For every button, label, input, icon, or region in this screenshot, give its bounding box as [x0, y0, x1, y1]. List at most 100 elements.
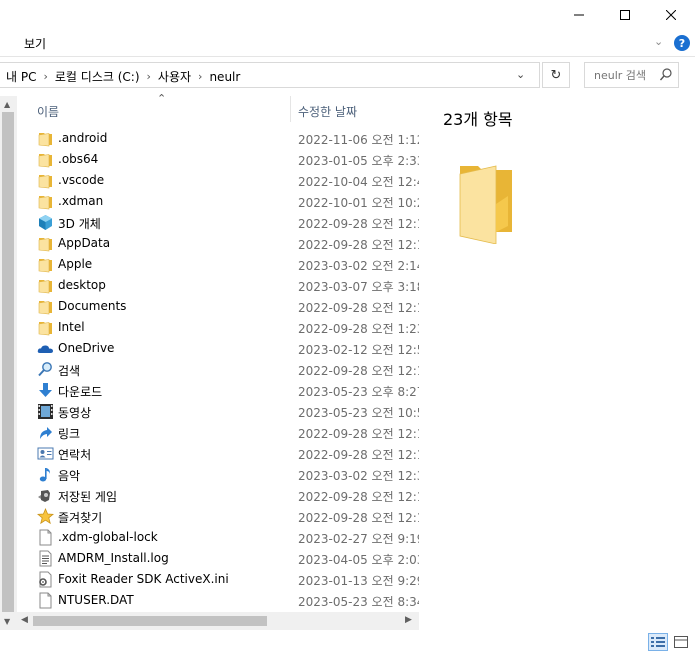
list-item[interactable]: desktop 2023-03-07 오후 3:18: [17, 275, 419, 296]
vertical-scrollbar[interactable]: ▲ ▼: [0, 96, 17, 630]
item-modified-date: 2022-10-01 오전 10:2: [298, 196, 419, 210]
item-modified-date: 2022-09-28 오전 1:23: [298, 322, 419, 336]
scroll-down-icon[interactable]: ▼: [4, 617, 10, 626]
music-icon: [37, 466, 54, 483]
folder-icon: [37, 277, 54, 294]
list-item[interactable]: NTUSER.DAT 2023-05-23 오전 8:34: [17, 590, 419, 611]
column-divider[interactable]: [290, 96, 291, 122]
list-item[interactable]: AppData 2022-09-28 오전 12:1: [17, 233, 419, 254]
scroll-left-icon[interactable]: ◀: [21, 615, 28, 625]
item-name: Apple: [58, 257, 93, 271]
list-item[interactable]: .vscode 2022-10-04 오전 12:4: [17, 170, 419, 191]
maximize-button[interactable]: [602, 0, 648, 30]
search-folder-icon: [37, 361, 54, 378]
item-name: Intel: [58, 320, 85, 334]
item-modified-date: 2023-03-02 오전 12:3: [298, 469, 419, 483]
details-view-button[interactable]: [648, 633, 668, 651]
item-modified-date: 2022-09-28 오전 12:1: [298, 217, 419, 231]
3d-objects-icon: [37, 214, 54, 231]
breadcrumb: 내 PC › 로컬 디스크 (C:) › 사용자 › neulr: [6, 68, 240, 85]
breadcrumb-item[interactable]: 로컬 디스크 (C:): [55, 68, 140, 85]
close-button[interactable]: [648, 0, 694, 30]
contacts-icon: [37, 445, 54, 462]
search-icon[interactable]: [660, 68, 672, 82]
chevron-right-icon[interactable]: ›: [43, 70, 47, 83]
folder-icon: [37, 172, 54, 189]
item-modified-date: 2022-10-04 오전 12:4: [298, 175, 419, 189]
list-item[interactable]: 저장된 게임 2022-09-28 오전 12:1: [17, 485, 419, 506]
item-modified-date: 2022-09-28 오전 12:1: [298, 448, 419, 462]
view-tab[interactable]: 보기: [24, 35, 46, 52]
text-file-icon: [37, 550, 54, 567]
list-item[interactable]: AMDRM_Install.log 2023-04-05 오후 2:03: [17, 548, 419, 569]
item-modified-date: 2022-09-28 오전 12:1: [298, 301, 419, 315]
links-icon: [37, 424, 54, 441]
title-bar: [0, 0, 695, 30]
item-name: AMDRM_Install.log: [58, 551, 169, 565]
item-modified-date: 2022-09-28 오전 12:1: [298, 238, 419, 252]
chevron-right-icon[interactable]: ›: [147, 70, 151, 83]
list-item[interactable]: .xdman 2022-10-01 오전 10:2: [17, 191, 419, 212]
item-name: 연락처: [58, 448, 92, 462]
sort-ascending-icon: ⌃: [157, 92, 167, 105]
address-bar[interactable]: 내 PC › 로컬 디스크 (C:) › 사용자 › neulr ⌄: [0, 62, 540, 88]
list-item[interactable]: Documents 2022-09-28 오전 12:1: [17, 296, 419, 317]
minimize-button[interactable]: [556, 0, 602, 30]
list-item[interactable]: 다운로드 2023-05-23 오후 8:27: [17, 380, 419, 401]
search-box[interactable]: [584, 62, 679, 88]
file-icon: [37, 592, 54, 609]
item-name: Documents: [58, 299, 127, 313]
list-item[interactable]: Intel 2022-09-28 오전 1:23: [17, 317, 419, 338]
list-item[interactable]: .obs64 2023-01-05 오후 2:33: [17, 149, 419, 170]
item-modified-date: 2023-04-05 오후 2:03: [298, 553, 419, 567]
list-item[interactable]: 링크 2022-09-28 오전 12:1: [17, 422, 419, 443]
scrollbar-thumb[interactable]: [2, 112, 14, 612]
list-item[interactable]: .android 2022-11-06 오전 1:12: [17, 128, 419, 149]
item-modified-date: 2023-01-13 오전 9:29: [298, 574, 419, 588]
expand-ribbon-icon[interactable]: ⌄: [654, 35, 663, 48]
search-input[interactable]: [592, 68, 666, 83]
column-date-header[interactable]: 수정한 날짜: [298, 103, 357, 120]
list-item[interactable]: Apple 2023-03-02 오전 2:14: [17, 254, 419, 275]
maximize-icon: [620, 10, 630, 20]
favorites-icon: [36, 507, 55, 525]
folder-icon: [37, 298, 54, 315]
folder-icon: [37, 130, 54, 147]
breadcrumb-item[interactable]: 내 PC: [6, 68, 36, 85]
list-item[interactable]: 음악 2023-03-02 오전 12:3: [17, 464, 419, 485]
item-name: 3D 개체: [58, 217, 101, 231]
item-modified-date: 2023-02-12 오전 12:5: [298, 343, 419, 357]
list-item[interactable]: 동영상 2023-05-23 오전 10:5: [17, 401, 419, 422]
breadcrumb-item[interactable]: 사용자: [158, 68, 191, 85]
item-name: 저장된 게임: [58, 490, 118, 504]
list-item[interactable]: 3D 개체 2022-09-28 오전 12:1: [17, 212, 419, 233]
item-name: desktop: [58, 278, 106, 292]
address-history-dropdown-icon[interactable]: ⌄: [516, 68, 525, 81]
item-name: OneDrive: [58, 341, 115, 355]
help-icon[interactable]: ?: [674, 35, 690, 51]
item-modified-date: 2023-02-27 오전 9:19: [298, 532, 419, 546]
column-name-header[interactable]: 이름: [37, 103, 59, 120]
scroll-right-icon[interactable]: ▶: [405, 615, 412, 625]
list-item[interactable]: Foxit Reader SDK ActiveX.ini 2023-01-13 오…: [17, 569, 419, 590]
saved-games-icon: [37, 487, 54, 504]
breadcrumb-item[interactable]: neulr: [209, 70, 240, 84]
item-modified-date: 2022-09-28 오전 12:1: [298, 364, 419, 378]
list-item[interactable]: 연락처 2022-09-28 오전 12:1: [17, 443, 419, 464]
large-icons-view-button[interactable]: [671, 633, 691, 651]
list-item[interactable]: 즐겨찾기 2022-09-28 오전 12:1: [17, 506, 419, 527]
folder-icon: [37, 235, 54, 252]
list-item[interactable]: OneDrive 2023-02-12 오전 12:5: [17, 338, 419, 359]
scroll-up-icon[interactable]: ▲: [4, 100, 10, 109]
item-name: .android: [58, 131, 108, 145]
horizontal-scrollbar[interactable]: ◀ ▶: [17, 612, 419, 630]
refresh-icon: ↻: [550, 67, 562, 83]
videos-icon: [37, 403, 54, 420]
refresh-button[interactable]: ↻: [542, 62, 570, 88]
item-modified-date: 2022-09-28 오전 12:1: [298, 490, 419, 504]
list-item[interactable]: 검색 2022-09-28 오전 12:1: [17, 359, 419, 380]
chevron-right-icon[interactable]: ›: [198, 70, 202, 83]
item-modified-date: 2023-05-23 오전 8:34: [298, 595, 419, 609]
list-item[interactable]: .xdm-global-lock 2023-02-27 오전 9:19: [17, 527, 419, 548]
scrollbar-thumb[interactable]: [33, 616, 267, 626]
